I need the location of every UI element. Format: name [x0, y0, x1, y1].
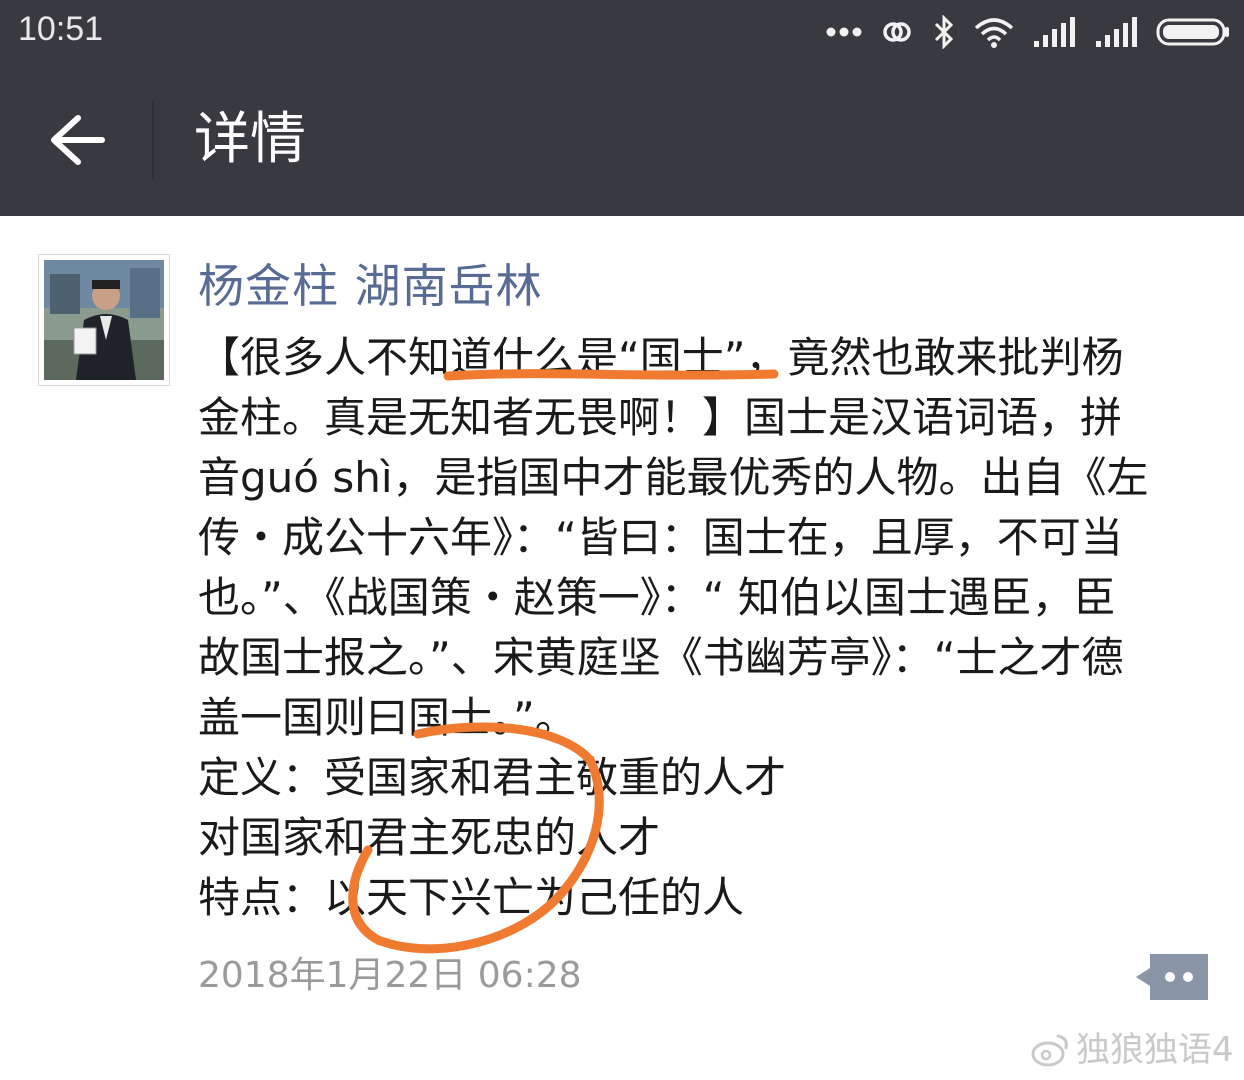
bluetooth-icon [932, 15, 956, 49]
post-timestamp: 2018年1月22日 06:28 [198, 955, 582, 996]
post-content: 【很多人不知道什么是“国士”，竟然也敢来批判杨 金柱。真是无知者无畏啊！】国士是… [198, 328, 1198, 928]
back-button[interactable] [40, 104, 116, 176]
post-line: 特点：以天下兴亡为己任的人 [198, 873, 745, 922]
link-icon [880, 15, 914, 49]
signal-icon-1 [1032, 17, 1076, 47]
more-dots-icon [826, 26, 862, 38]
battery-icon [1156, 17, 1230, 47]
status-time: 10:51 [18, 10, 104, 48]
comment-icon [1136, 954, 1208, 1000]
post-line: 金柱。真是无知者无畏啊！】国士是汉语词语，拼 [198, 393, 1123, 442]
post-line: 定义：受国家和君主敬重的人才 [198, 753, 787, 802]
watermark-text: 独狼独语4 [1076, 1030, 1234, 1070]
status-icons [826, 12, 1230, 52]
watermark: 独狼独语4 [1030, 1028, 1234, 1072]
comment-button[interactable] [1136, 954, 1208, 1000]
nav-divider [152, 100, 154, 180]
post-line: 音guó shì，是指国中才能最优秀的人物。出自《左 [198, 453, 1149, 502]
avatar[interactable] [38, 254, 170, 386]
wifi-icon [974, 16, 1014, 48]
back-arrow-icon [51, 115, 105, 165]
post-line: 【很多人不知道什么是“国士”，竟然也敢来批判杨 [198, 333, 1124, 382]
weibo-logo-icon [1031, 1034, 1068, 1067]
post-line: 故国士报之。”、宋黄庭坚《书幽芳亭》：“士之才德 [198, 633, 1124, 682]
page-title: 详情 [194, 107, 306, 172]
post-line: 盖一国则曰国士。”。 [198, 693, 577, 742]
post-line: 也。”、《战国策・赵策一》：“ 知伯以国士遇臣，臣 [198, 573, 1116, 622]
nav-bar: 详情 [0, 64, 1244, 216]
post-line: 对国家和君主死忠的人才 [198, 813, 661, 862]
signal-icon-2 [1094, 17, 1138, 47]
status-bar: 10:51 [0, 0, 1244, 64]
post-line: 传・成公十六年》：“皆曰：国士在，且厚，不可当 [198, 513, 1123, 562]
author-name[interactable]: 杨金柱 湖南岳林 [198, 256, 543, 316]
